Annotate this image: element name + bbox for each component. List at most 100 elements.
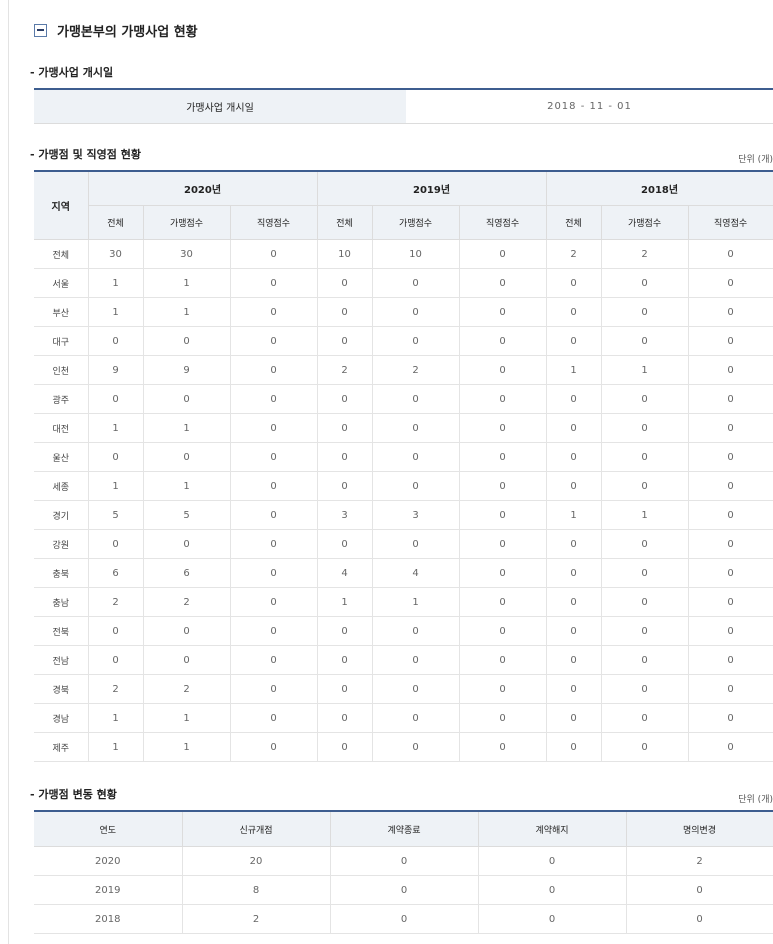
table-cell: 0 — [229, 268, 318, 298]
table-cell: 0 — [329, 846, 479, 876]
table-cell: 0 — [545, 413, 602, 443]
col-header: 전체 — [316, 205, 373, 240]
table-cell: 0 — [600, 268, 689, 298]
table-cell: 0 — [229, 471, 318, 501]
table-cell: 0 — [458, 239, 547, 269]
table-cell: 0 — [458, 413, 547, 443]
col-header: 계약해지 — [477, 810, 627, 847]
col-header: 가맹점수 — [371, 205, 460, 240]
table-cell: 3 — [371, 500, 460, 530]
table-cell: 1 — [87, 471, 144, 501]
table-cell: 1 — [87, 268, 144, 298]
table-cell: 0 — [687, 674, 773, 704]
table-cell: 0 — [371, 268, 460, 298]
table-cell: 0 — [87, 384, 144, 414]
table-cell: 1 — [87, 732, 144, 762]
region-cell: 전남 — [34, 645, 89, 675]
table-cell: 1 — [87, 413, 144, 443]
table-cell: 20 — [181, 846, 331, 876]
table-cell: 1 — [87, 297, 144, 327]
table-cell: 0 — [229, 355, 318, 385]
table-cell: 0 — [87, 616, 144, 646]
table-cell: 0 — [329, 904, 479, 934]
table-cell: 0 — [545, 297, 602, 327]
table-cell: 0 — [687, 500, 773, 530]
table-cell: 0 — [371, 384, 460, 414]
table-cell: 30 — [87, 239, 144, 269]
table-cell: 0 — [600, 674, 689, 704]
table-cell: 0 — [687, 645, 773, 675]
table-cell: 0 — [229, 587, 318, 617]
table-cell: 0 — [229, 442, 318, 472]
region-cell: 대구 — [34, 326, 89, 356]
table-row: 충남 2 2 0 1 1 0 0 0 0 — [34, 587, 773, 617]
table-cell: 0 — [458, 674, 547, 704]
table-cell: 0 — [600, 732, 689, 762]
table-cell: 2 — [371, 355, 460, 385]
table-cell: 2 — [545, 239, 602, 269]
table-cell: 0 — [687, 732, 773, 762]
table-cell: 0 — [545, 529, 602, 559]
table-cell: 0 — [458, 268, 547, 298]
table-cell: 0 — [545, 384, 602, 414]
year-header: 2019년 — [316, 170, 547, 206]
table-cell: 0 — [600, 587, 689, 617]
col-header: 전체 — [88, 205, 144, 240]
table-cell: 0 — [371, 732, 460, 762]
table-cell: 8 — [181, 875, 331, 905]
table-cell: 0 — [687, 471, 773, 501]
table-cell: 0 — [316, 471, 373, 501]
table-cell: 0 — [371, 442, 460, 472]
start-date-label: 가맹사업 개시일 — [34, 89, 406, 124]
table-cell: 0 — [371, 529, 460, 559]
table-cell: 1 — [142, 413, 231, 443]
region-cell: 대전 — [34, 413, 89, 443]
table-cell: 5 — [142, 500, 231, 530]
table-cell: 0 — [600, 616, 689, 646]
table-cell: 1 — [142, 732, 231, 762]
table-cell: 0 — [477, 875, 627, 905]
table-cell: 6 — [87, 558, 144, 588]
table-cell: 0 — [458, 616, 547, 646]
table-cell: 4 — [316, 558, 373, 588]
region-cell: 충북 — [34, 558, 89, 588]
table-cell: 0 — [625, 904, 773, 934]
table-cell: 1 — [371, 587, 460, 617]
table-cell: 0 — [316, 442, 373, 472]
table-cell: 0 — [229, 558, 318, 588]
table-cell: 0 — [316, 616, 373, 646]
section-header[interactable]: 가맹본부의 가맹사업 현황 — [34, 20, 198, 40]
table-row: 2019 8 0 0 0 — [34, 875, 773, 905]
table-row: 전남 0 0 0 0 0 0 0 0 0 — [34, 645, 773, 675]
table-cell: 0 — [600, 558, 689, 588]
table-cell: 0 — [316, 326, 373, 356]
table-cell: 9 — [142, 355, 231, 385]
table-cell: 1 — [600, 500, 689, 530]
table-cell: 1 — [545, 355, 602, 385]
table-cell: 0 — [687, 384, 773, 414]
table-row: 광주 0 0 0 0 0 0 0 0 0 — [34, 384, 773, 414]
table-cell: 0 — [87, 442, 144, 472]
table-cell: 0 — [687, 239, 773, 269]
table-row: 경남 1 1 0 0 0 0 0 0 0 — [34, 703, 773, 733]
table-cell: 0 — [545, 703, 602, 733]
change-status-unit: 단위 (개) — [738, 795, 773, 805]
table-row: 충북 6 6 0 4 4 0 0 0 0 — [34, 558, 773, 588]
table-cell: 5 — [87, 500, 144, 530]
table-cell: 2 — [142, 674, 231, 704]
region-cell: 제주 — [34, 732, 89, 762]
table-row: 2020 20 0 0 2 — [34, 846, 773, 876]
table-cell: 0 — [687, 268, 773, 298]
table-cell: 2 — [87, 674, 144, 704]
table-cell: 9 — [87, 355, 144, 385]
table-cell: 1 — [600, 355, 689, 385]
table-row: 전체 30 30 0 10 10 0 2 2 0 — [34, 239, 773, 269]
table-cell: 30 — [142, 239, 231, 269]
col-header: 직영점수 — [458, 205, 547, 240]
table-cell: 0 — [87, 326, 144, 356]
collapse-icon[interactable] — [34, 23, 47, 37]
table-cell: 0 — [687, 442, 773, 472]
table-cell: 0 — [229, 500, 318, 530]
table-cell: 0 — [458, 645, 547, 675]
table-row: 전북 0 0 0 0 0 0 0 0 0 — [34, 616, 773, 646]
